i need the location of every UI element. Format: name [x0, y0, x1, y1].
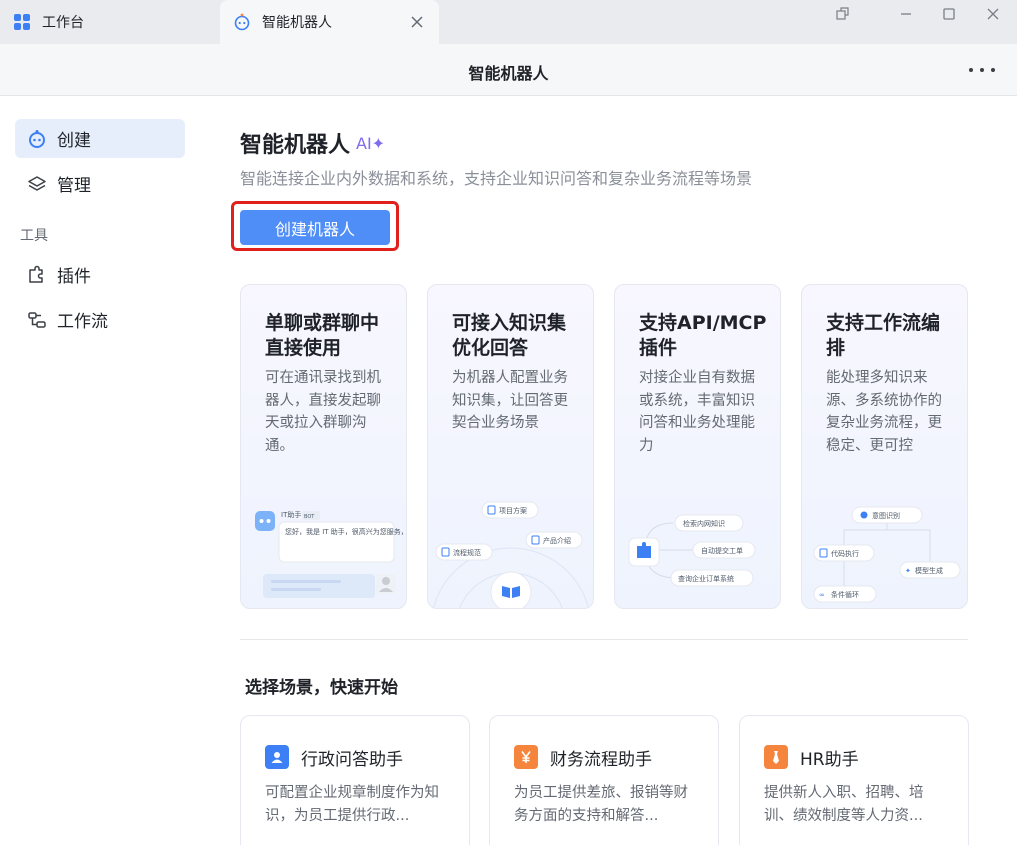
- feature-card-api: 支持API/MCP插件 对接企业自有数据或系统，丰富知识问答和业务处理能力 检索…: [614, 284, 781, 609]
- workflow-illustration: 意图识别 代码执行 ✦ 模型生成 ∞ 条件循环: [813, 506, 961, 603]
- sidebar-item-label: 工作流: [57, 312, 108, 332]
- minimize-icon[interactable]: [893, 4, 919, 24]
- api-illustration: 检索内网知识 自动提交工单 查询企业订单系统: [628, 514, 756, 587]
- chip-label: 自动提交工单: [701, 546, 743, 555]
- chip-label: 产品介绍: [543, 536, 571, 545]
- scene-title: 行政问答助手: [301, 750, 403, 770]
- feature-title: 支持工作流编排: [826, 312, 941, 359]
- loop-icon: ∞: [819, 591, 825, 599]
- sidebar-item-plugins[interactable]: 插件: [15, 255, 185, 294]
- chip-label: 条件循环: [831, 590, 859, 599]
- chip-label: 查询企业订单系统: [678, 574, 734, 583]
- restore-window-icon[interactable]: [830, 4, 856, 24]
- scene-desc: 为员工提供差旅、报销等财务方面的支持和解答...: [514, 785, 688, 824]
- bot-tag: BOT: [304, 514, 315, 520]
- feature-card-workflow: 支持工作流编排 能处理多知识来源、多系统协作的复杂业务流程，更稳定、更可控 意图…: [801, 284, 968, 609]
- scene-desc: 提供新人入职、招聘、培训、绩效制度等人力资...: [764, 785, 924, 824]
- sidebar-item-workflow[interactable]: 工作流: [15, 300, 185, 339]
- sidebar-item-label: 管理: [57, 176, 91, 196]
- scene-title: 财务流程助手: [550, 750, 652, 770]
- tab-label: 智能机器人: [262, 15, 332, 31]
- grid-icon: [12, 12, 32, 32]
- dot-icon: [991, 68, 995, 72]
- page-title: 智能机器人: [468, 64, 549, 83]
- hero-title: 智能机器人 AI✦: [240, 127, 385, 159]
- maximize-icon[interactable]: [936, 4, 962, 24]
- more-options-button[interactable]: [969, 64, 995, 76]
- tie-icon: [764, 745, 788, 769]
- plugin-icon: [27, 265, 47, 285]
- scene-title: HR助手: [800, 750, 859, 770]
- create-button-highlight: 创建机器人: [231, 201, 399, 251]
- sparkle-icon: ✦: [905, 567, 911, 575]
- feature-title: 单聊或群聊中直接使用: [265, 312, 380, 359]
- dot-icon: [969, 68, 973, 72]
- robot-icon: [27, 129, 47, 149]
- chip-label: 流程规范: [453, 548, 481, 557]
- dot-icon: [980, 68, 984, 72]
- feature-desc: 为机器人配置业务知识集，让回答更契合业务场景: [452, 370, 568, 431]
- chip-label: 意图识别: [872, 511, 900, 520]
- hero-subtitle: 智能连接企业内外数据和系统，支持企业知识问答和复杂业务流程等场景: [240, 169, 753, 188]
- scene-desc: 可配置企业规章制度作为知识，为员工提供行政...: [265, 785, 439, 824]
- close-icon[interactable]: [409, 14, 425, 30]
- feature-title: 支持API/MCP插件: [639, 312, 767, 359]
- scene-card-finance[interactable]: 财务流程助手 为员工提供差旅、报销等财务方面的支持和解答...: [489, 715, 719, 845]
- feature-card-chat: 单聊或群聊中直接使用 可在通讯录找到机器人，直接发起聊天或拉入群聊沟通。 IT助…: [240, 284, 407, 609]
- chip-label: 模型生成: [915, 566, 943, 575]
- yen-icon: [514, 745, 538, 769]
- sidebar-item-label: 创建: [57, 131, 91, 151]
- hero-title-text: 智能机器人: [240, 133, 351, 158]
- feature-title: 可接入知识集优化回答: [452, 312, 567, 359]
- chip-label: 代码执行: [831, 549, 859, 558]
- tab-label: 工作台: [42, 15, 84, 31]
- ai-badge: AI✦: [356, 133, 386, 153]
- sidebar: 创建 管理 工具 插件 工作流: [0, 97, 200, 845]
- sidebar-section-tools: 工具: [20, 228, 48, 244]
- workflow-icon: [27, 310, 47, 330]
- tab-bar: 工作台 智能机器人: [0, 0, 1017, 44]
- title-bar: 智能机器人: [0, 44, 1017, 96]
- tab-workbench[interactable]: 工作台: [0, 0, 220, 44]
- feature-desc: 可在通讯录找到机器人，直接发起聊天或拉入群聊沟通。: [265, 370, 381, 454]
- bot-name: IT助手: [281, 510, 301, 519]
- scene-card-admin[interactable]: 行政问答助手 可配置企业规章制度作为知识，为员工提供行政...: [240, 715, 470, 845]
- create-robot-button[interactable]: 创建机器人: [240, 210, 390, 245]
- feature-card-knowledge: 可接入知识集优化回答 为机器人配置业务知识集，让回答更契合业务场景 项目方案 产…: [427, 284, 594, 609]
- knowledge-illustration: 项目方案 产品介绍 流程规范: [433, 501, 589, 608]
- feature-desc: 能处理多知识来源、多系统协作的复杂业务流程，更稳定、更可控: [826, 370, 942, 454]
- sidebar-item-create[interactable]: 创建: [15, 119, 185, 158]
- bot-message: 您好，我是 IT 助手，很高兴为您服务，请描述您的问题。: [285, 527, 407, 536]
- chat-illustration: IT助手 BOT 您好，我是 IT 助手，很高兴为您服务，请描述您的问题。: [255, 510, 407, 598]
- feature-desc: 对接企业自有数据或系统，丰富知识问答和业务处理能力: [639, 370, 755, 454]
- chip-label: 检索内网知识: [683, 519, 725, 528]
- divider: [240, 639, 968, 640]
- robot-icon: [232, 12, 252, 32]
- sidebar-item-manage[interactable]: 管理: [15, 164, 185, 203]
- main-content: 智能机器人 AI✦ 智能连接企业内外数据和系统，支持企业知识问答和复杂业务流程等…: [200, 97, 1017, 845]
- tab-smart-robot[interactable]: 智能机器人: [220, 0, 439, 44]
- scenes-section-title: 选择场景，快速开始: [245, 678, 398, 698]
- chip-label: 项目方案: [499, 506, 527, 515]
- person-card-icon: [265, 745, 289, 769]
- close-window-icon[interactable]: [980, 4, 1006, 24]
- scene-card-hr[interactable]: HR助手 提供新人入职、招聘、培训、绩效制度等人力资...: [739, 715, 969, 845]
- sidebar-item-label: 插件: [57, 267, 91, 287]
- layers-icon: [27, 174, 47, 194]
